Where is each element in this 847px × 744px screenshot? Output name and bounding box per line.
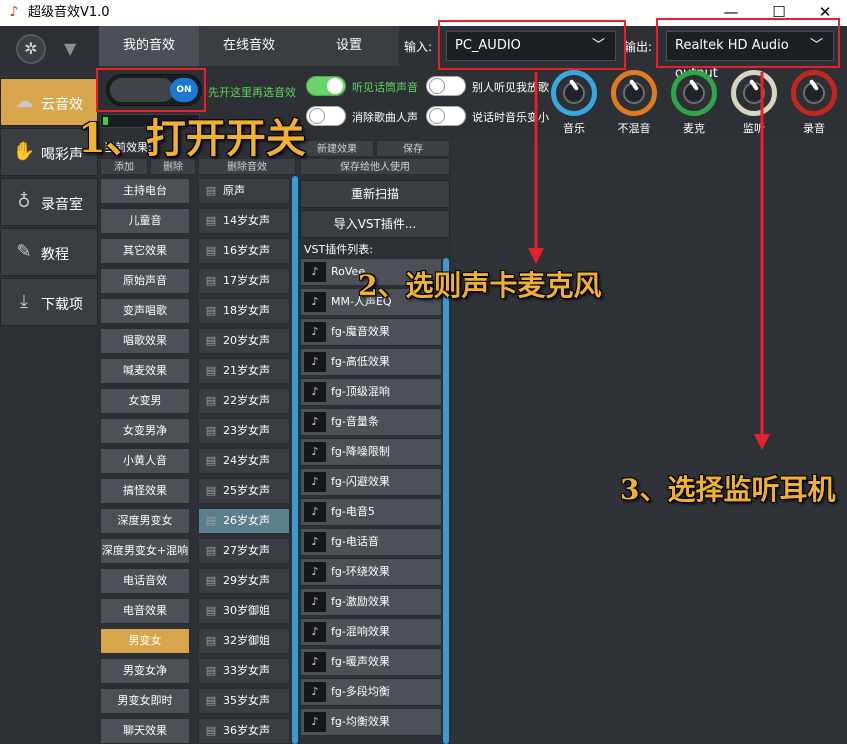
annotation-step2: 2、选则声卡麦克风: [358, 264, 601, 304]
annotation-step3: 3、选择监听耳机: [620, 468, 835, 508]
annotation-step1: 1、打开开关: [78, 106, 306, 164]
